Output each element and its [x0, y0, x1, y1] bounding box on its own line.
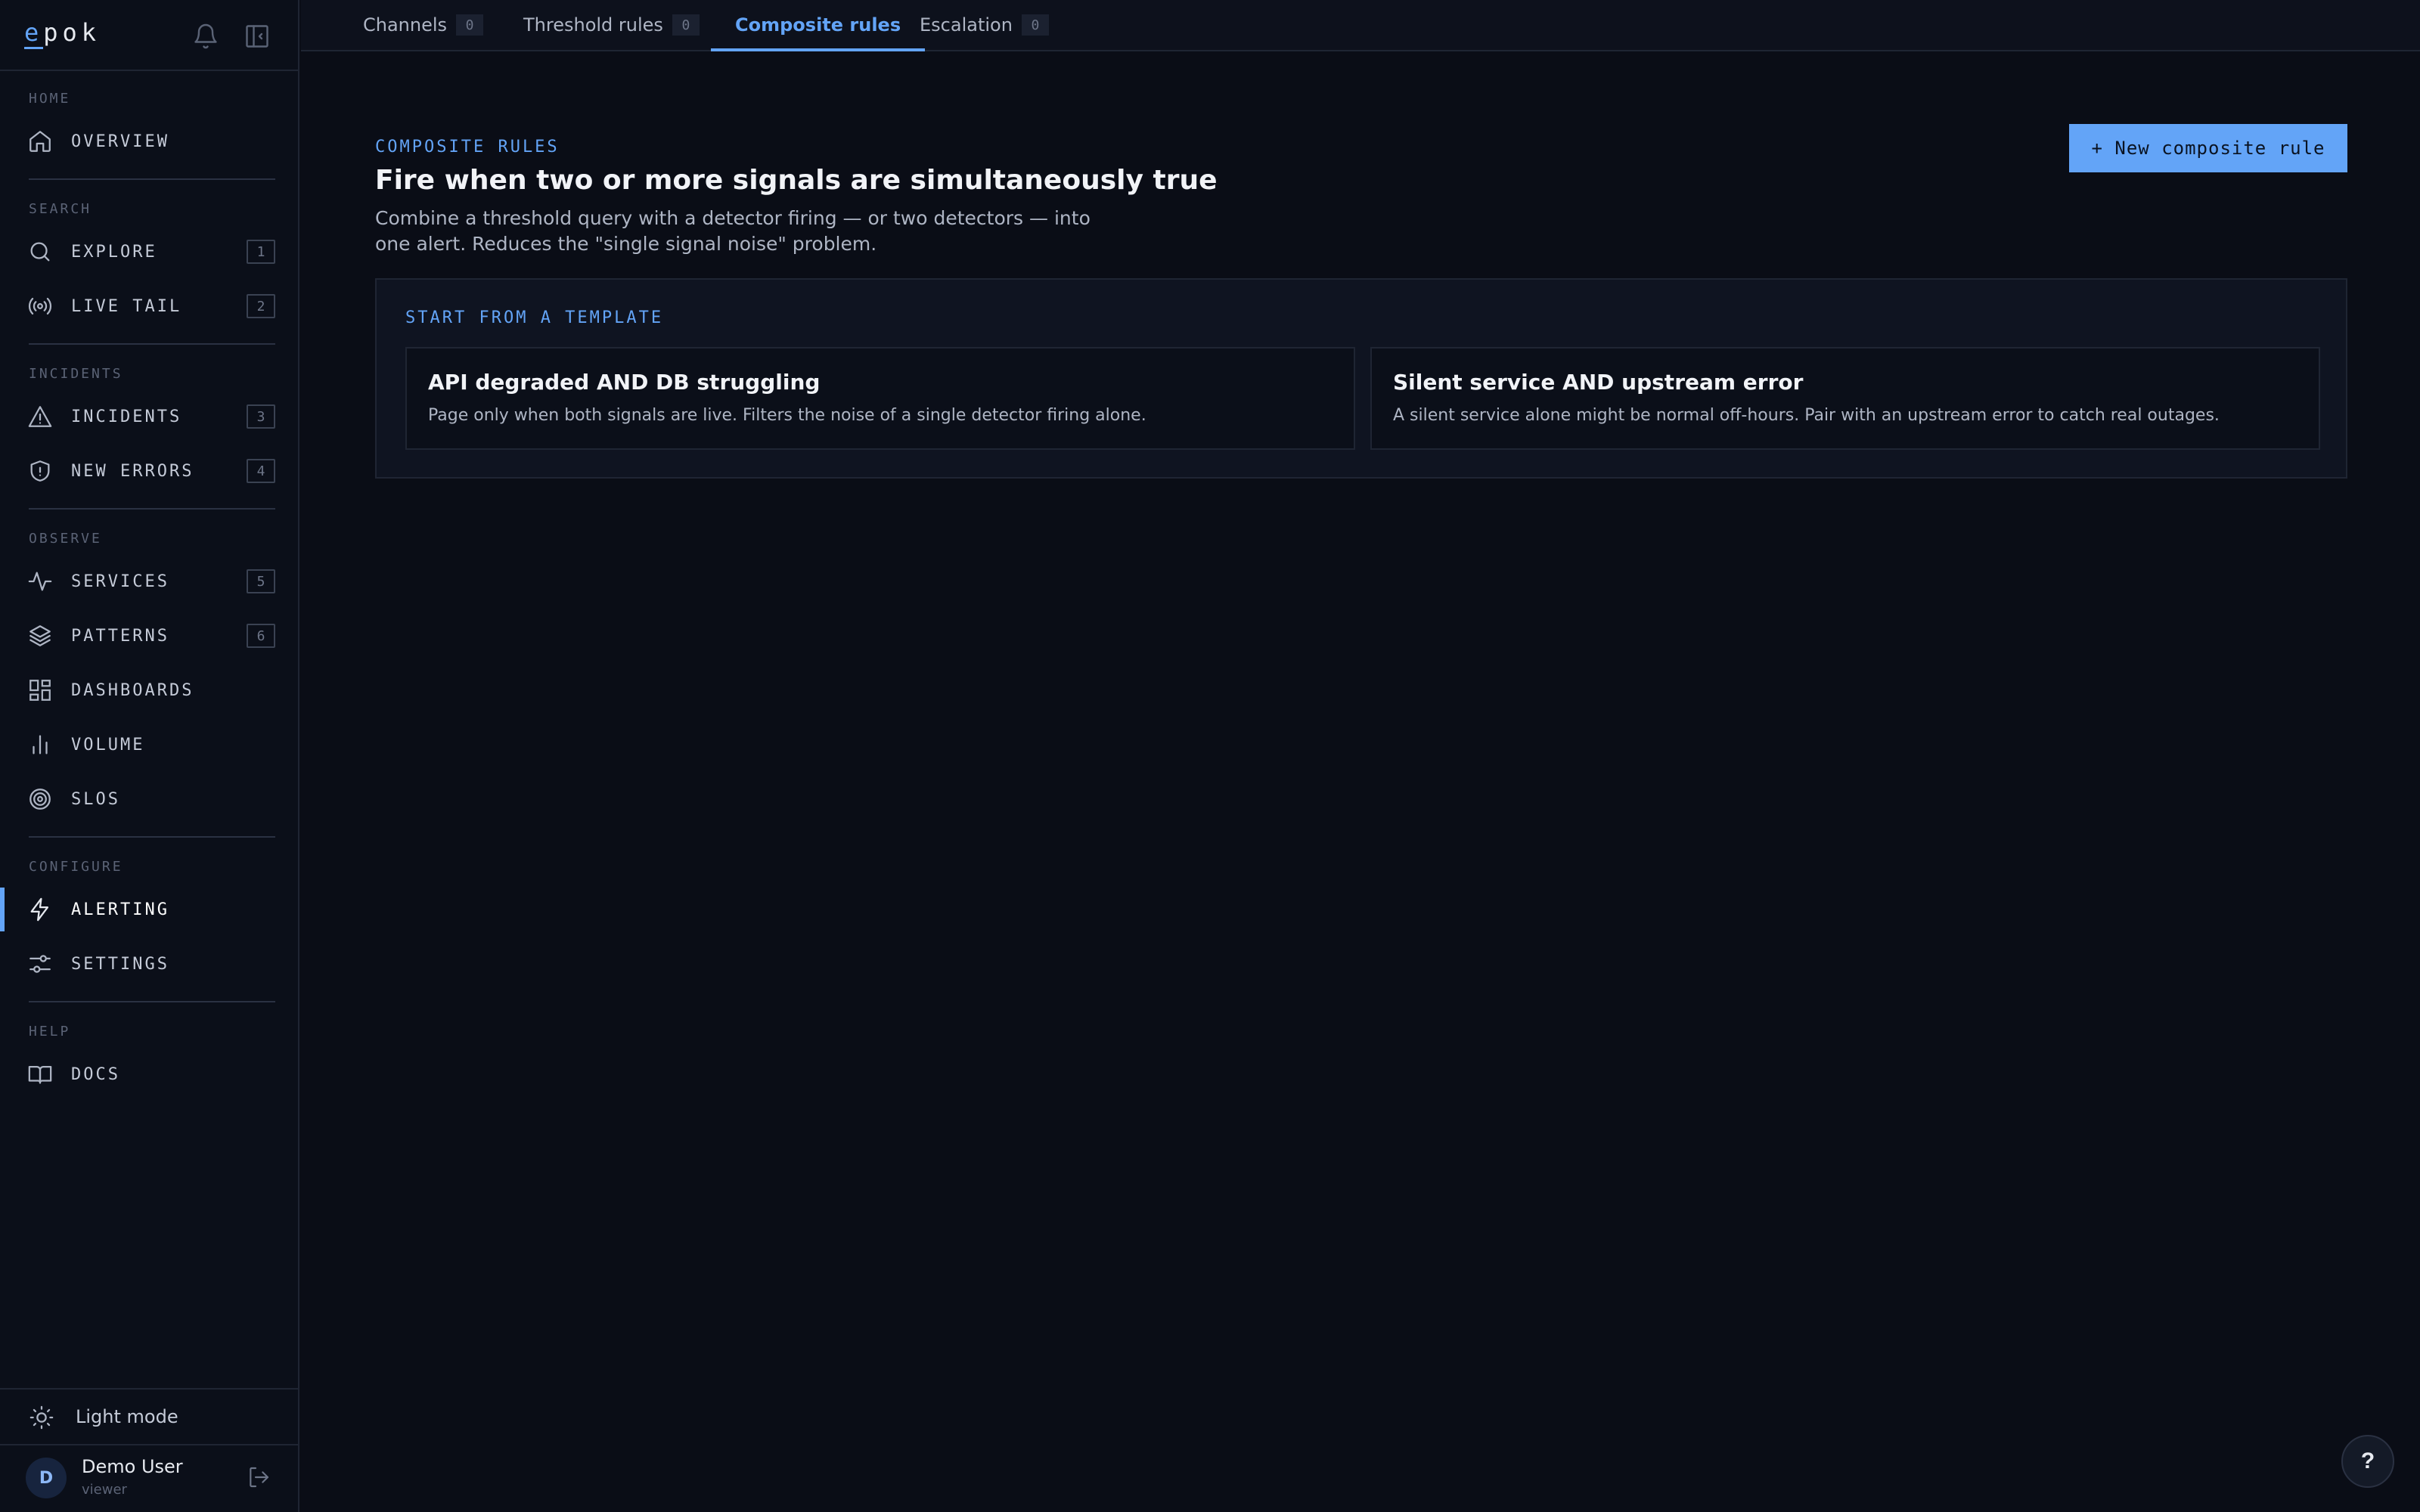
sidebar-item-patterns[interactable]: PATTERNS 6: [0, 614, 298, 658]
bar-chart-icon: [27, 732, 53, 758]
new-composite-rule-button[interactable]: + New composite rule: [2069, 124, 2347, 172]
sidebar-header: epok: [0, 0, 298, 71]
shortcut-key: 2: [247, 294, 275, 318]
sidebar-item-label: OVERVIEW: [71, 132, 169, 151]
activity-icon: [27, 569, 53, 594]
page-description: Combine a threshold query with a detecto…: [375, 207, 1091, 255]
sidebar-item-label: SLOS: [71, 789, 120, 809]
sidebar-item-label: DOCS: [71, 1064, 120, 1084]
warning-icon: [27, 404, 53, 429]
sidebar-item-label: SERVICES: [71, 572, 169, 591]
user-name: Demo User: [82, 1456, 183, 1477]
light-mode-label: Light mode: [76, 1406, 178, 1427]
tab-threshold-rules[interactable]: Threshold rules 0: [523, 0, 700, 50]
sidebar-item-explore[interactable]: EXPLORE 1: [0, 230, 298, 274]
template-card-description: Page only when both signals are live. Fi…: [428, 406, 1146, 425]
tab-bar: Channels 0 Threshold rules 0 Composite r…: [301, 0, 2420, 51]
shortcut-key: 3: [247, 404, 275, 429]
avatar[interactable]: D: [26, 1458, 67, 1498]
divider: [0, 1388, 298, 1390]
bolt-icon: [27, 897, 53, 922]
template-card[interactable]: API degraded AND DB struggling Page only…: [405, 347, 1355, 450]
shortcut-key: 1: [247, 240, 275, 264]
sidebar-item-slos[interactable]: SLOS: [0, 777, 298, 821]
sidebar-item-dashboards[interactable]: DASHBOARDS: [0, 668, 298, 712]
bell-icon[interactable]: [192, 23, 219, 50]
template-card[interactable]: Silent service AND upstream error A sile…: [1370, 347, 2320, 450]
grid-icon: [27, 677, 53, 703]
book-icon: [27, 1061, 53, 1087]
sidebar-item-alerting[interactable]: ALERTING: [0, 888, 298, 931]
tab-channels[interactable]: Channels 0: [363, 0, 484, 50]
template-card-description: A silent service alone might be normal o…: [1393, 406, 2220, 425]
sidebar-item-label: VOLUME: [71, 735, 145, 754]
divider: [29, 508, 275, 510]
tab-count: 0: [672, 14, 700, 36]
sidebar-item-live-tail[interactable]: LIVE TAIL 2: [0, 284, 298, 328]
group-label-home: HOME: [29, 91, 71, 107]
divider: [29, 1001, 275, 1002]
template-card-title: API degraded AND DB struggling: [428, 370, 821, 395]
sidebar-item-label: INCIDENTS: [71, 407, 182, 426]
sidebar-item-label: ALERTING: [71, 900, 169, 919]
user-role: viewer: [82, 1482, 127, 1498]
sidebar-item-label: PATTERNS: [71, 626, 169, 646]
broadcast-icon: [27, 293, 53, 319]
group-label-configure: CONFIGURE: [29, 859, 123, 875]
tab-count: 0: [1021, 14, 1049, 36]
search-icon: [27, 239, 53, 265]
divider: [29, 178, 275, 180]
logo[interactable]: epok: [24, 18, 101, 49]
tab-count: 0: [456, 14, 484, 36]
divider: [29, 343, 275, 345]
sidebar-item-services[interactable]: SERVICES 5: [0, 559, 298, 603]
page-title: Fire when two or more signals are simult…: [375, 165, 1218, 196]
sidebar-item-label: SETTINGS: [71, 954, 169, 974]
target-icon: [27, 786, 53, 812]
template-panel: START FROM A TEMPLATE API degraded AND D…: [375, 278, 2347, 479]
group-label-help: HELP: [29, 1024, 71, 1040]
home-icon: [27, 129, 53, 154]
sliders-icon: [27, 951, 53, 977]
sidebar-item-label: DASHBOARDS: [71, 680, 194, 700]
sidebar-item-volume[interactable]: VOLUME: [0, 723, 298, 767]
group-label-observe: OBSERVE: [29, 531, 102, 547]
shortcut-key: 5: [247, 569, 275, 593]
section-eyebrow: COMPOSITE RULES: [375, 138, 560, 156]
logout-icon[interactable]: [247, 1465, 271, 1489]
tab-label: Threshold rules: [523, 14, 663, 36]
template-panel-title: START FROM A TEMPLATE: [405, 308, 664, 327]
template-card-title: Silent service AND upstream error: [1393, 370, 1804, 395]
group-label-incidents: INCIDENTS: [29, 366, 123, 382]
group-label-search: SEARCH: [29, 201, 92, 217]
sidebar: epok HOME SEARCH INCIDENTS OBSERVE CONFI…: [0, 0, 299, 1512]
shield-icon: [27, 458, 53, 484]
collapse-sidebar-icon[interactable]: [244, 23, 271, 50]
light-mode-toggle[interactable]: Light mode: [0, 1391, 298, 1444]
sidebar-item-docs[interactable]: DOCS: [0, 1052, 298, 1096]
tab-label: Channels: [363, 14, 448, 36]
tab-label: Escalation: [920, 14, 1013, 36]
sun-icon: [29, 1405, 54, 1430]
sidebar-item-incidents[interactable]: INCIDENTS 3: [0, 395, 298, 438]
layers-icon: [27, 623, 53, 649]
shortcut-key: 4: [247, 459, 275, 483]
shortcut-key: 6: [247, 624, 275, 648]
sidebar-item-settings[interactable]: SETTINGS: [0, 942, 298, 986]
user-profile: D Demo User viewer: [0, 1445, 298, 1512]
tab-escalation[interactable]: Escalation 0: [920, 0, 1049, 50]
sidebar-item-label: NEW ERRORS: [71, 461, 194, 481]
sidebar-item-new-errors[interactable]: NEW ERRORS 4: [0, 449, 298, 493]
sidebar-item-label: EXPLORE: [71, 242, 157, 262]
sidebar-item-overview[interactable]: OVERVIEW: [0, 119, 298, 163]
tab-composite-rules[interactable]: Composite rules: [711, 0, 926, 51]
sidebar-item-label: LIVE TAIL: [71, 296, 182, 316]
divider: [29, 836, 275, 838]
help-button[interactable]: ?: [2341, 1435, 2394, 1488]
tab-label: Composite rules: [735, 14, 901, 36]
